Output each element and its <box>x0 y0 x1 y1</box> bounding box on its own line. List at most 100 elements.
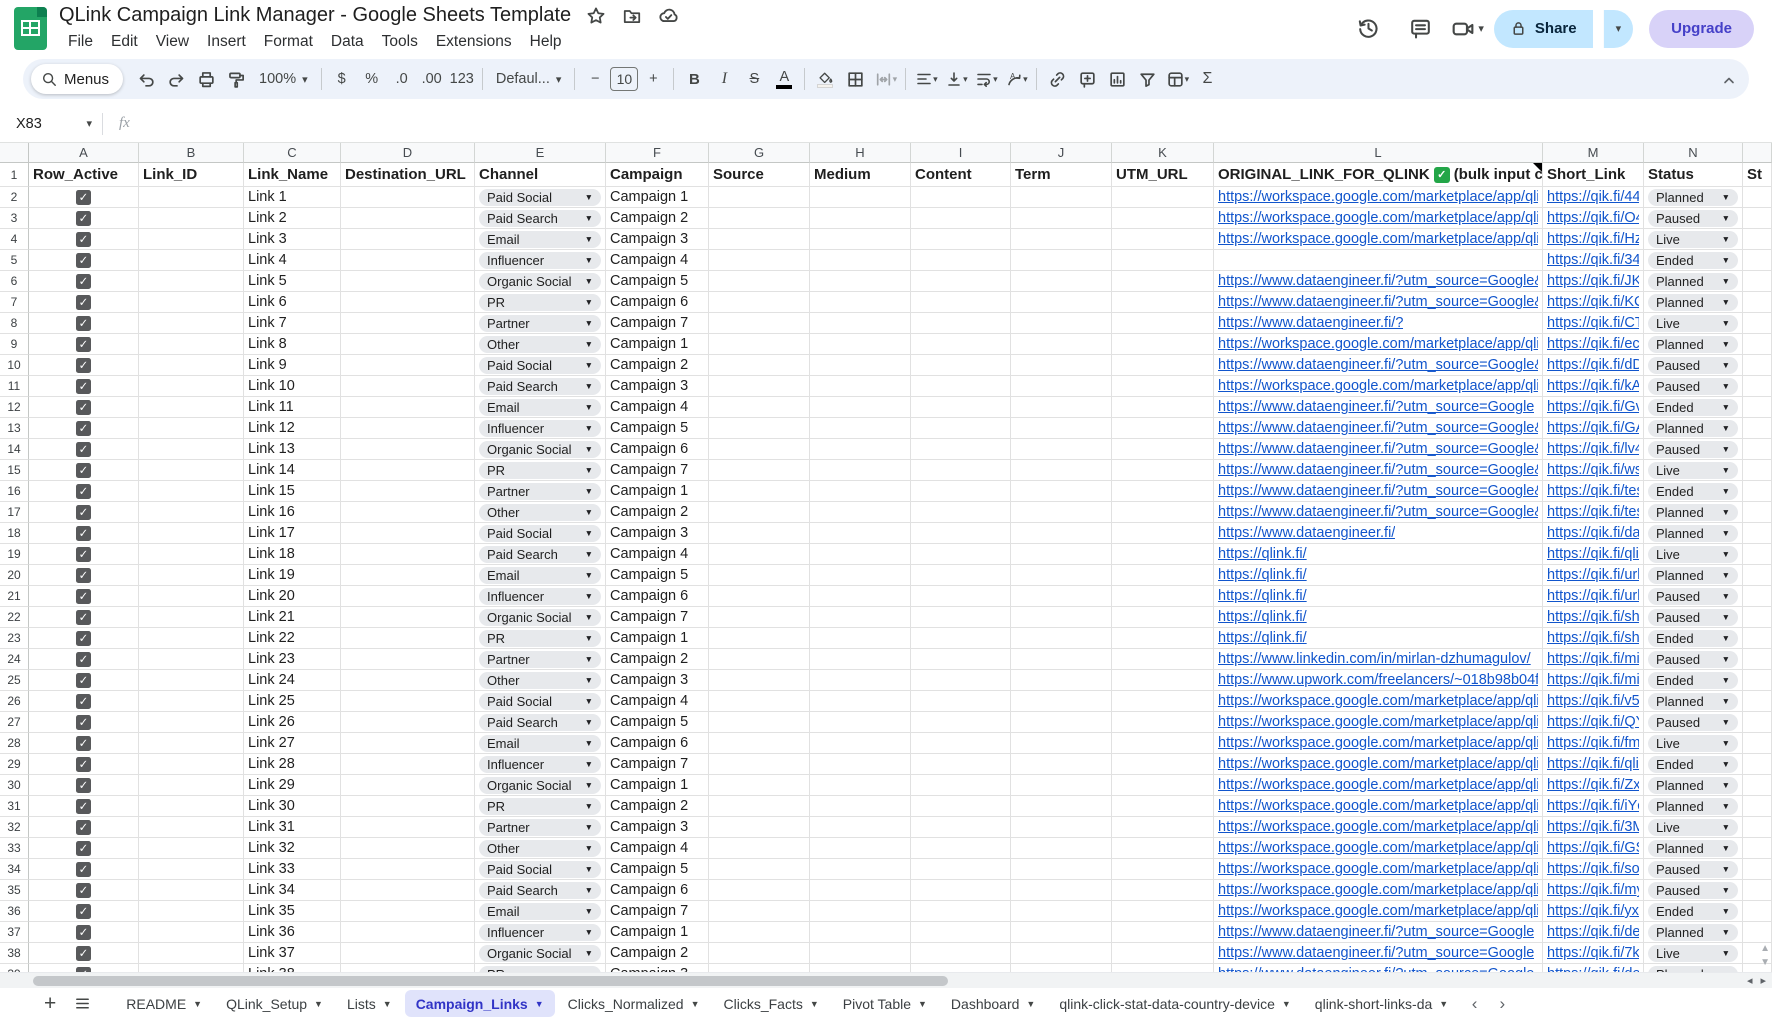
link-name-cell[interactable]: Link 19 <box>244 565 341 586</box>
short-link[interactable]: https://qik.fi/qlink <box>1547 756 1639 772</box>
empty-cell[interactable] <box>911 376 1011 397</box>
text-rotation-button[interactable]: A ▾ <box>1001 64 1031 94</box>
campaign-cell[interactable]: Campaign 1 <box>606 628 709 649</box>
status-dropdown[interactable]: Paused▼ <box>1648 714 1738 731</box>
undo-button[interactable] <box>131 64 161 94</box>
empty-cell[interactable] <box>139 628 244 649</box>
empty-cell[interactable] <box>810 796 911 817</box>
channel-dropdown[interactable]: Email▼ <box>479 399 601 416</box>
original-link[interactable]: https://workspace.google.com/marketplace… <box>1218 819 1538 835</box>
empty-cell[interactable] <box>1011 376 1112 397</box>
empty-cell[interactable] <box>1112 796 1214 817</box>
empty-cell[interactable] <box>1743 250 1772 271</box>
channel-dropdown[interactable]: PR▼ <box>479 462 601 479</box>
empty-cell[interactable] <box>139 586 244 607</box>
empty-cell[interactable] <box>1112 334 1214 355</box>
empty-cell[interactable] <box>810 880 911 901</box>
sheet-tab-clicks-normalized[interactable]: Clicks_Normalized▼ <box>557 990 711 1017</box>
vertical-align-button[interactable]: ▾ <box>941 64 971 94</box>
short-link[interactable]: https://qik.fi/Hz82 <box>1547 231 1639 247</box>
link-name-cell[interactable]: Link 15 <box>244 481 341 502</box>
campaign-cell[interactable]: Campaign 4 <box>606 544 709 565</box>
empty-cell[interactable] <box>341 523 475 544</box>
empty-cell[interactable] <box>1743 628 1772 649</box>
short-link[interactable]: https://qik.fi/wsU <box>1547 462 1639 478</box>
sheet-tab-lists[interactable]: Lists▼ <box>336 990 403 1017</box>
status-dropdown[interactable]: Planned▼ <box>1648 336 1738 353</box>
short-link[interactable]: https://qik.fi/GAG <box>1547 420 1639 436</box>
campaign-cell[interactable]: Campaign 2 <box>606 796 709 817</box>
empty-cell[interactable] <box>709 628 810 649</box>
channel-dropdown[interactable]: Other▼ <box>479 840 601 857</box>
row-number[interactable]: 7 <box>0 292 29 313</box>
empty-cell[interactable] <box>911 964 1011 972</box>
empty-cell[interactable] <box>341 733 475 754</box>
empty-cell[interactable] <box>139 838 244 859</box>
empty-cell[interactable] <box>810 187 911 208</box>
empty-cell[interactable] <box>1011 838 1112 859</box>
original-link[interactable]: https://workspace.google.com/marketplace… <box>1218 735 1538 751</box>
empty-cell[interactable] <box>709 544 810 565</box>
original-link[interactable]: https://workspace.google.com/marketplace… <box>1218 714 1538 730</box>
row-active-checkbox[interactable]: ✓ <box>76 820 91 835</box>
original-link[interactable]: https://workspace.google.com/marketplace… <box>1218 861 1538 877</box>
empty-cell[interactable] <box>911 607 1011 628</box>
link-name-cell[interactable]: Link 23 <box>244 649 341 670</box>
empty-cell[interactable] <box>1011 523 1112 544</box>
empty-cell[interactable] <box>810 607 911 628</box>
row-active-checkbox[interactable]: ✓ <box>76 673 91 688</box>
channel-dropdown[interactable]: Paid Social▼ <box>479 357 601 374</box>
empty-cell[interactable] <box>139 334 244 355</box>
short-link[interactable]: https://qik.fi/iYc7 <box>1547 798 1639 814</box>
empty-cell[interactable] <box>911 481 1011 502</box>
row-active-checkbox[interactable]: ✓ <box>76 862 91 877</box>
empty-cell[interactable] <box>1743 565 1772 586</box>
empty-cell[interactable] <box>139 250 244 271</box>
empty-cell[interactable] <box>1011 859 1112 880</box>
empty-cell[interactable] <box>1011 943 1112 964</box>
status-dropdown[interactable]: Live▼ <box>1648 315 1738 332</box>
row-number[interactable]: 27 <box>0 712 29 733</box>
short-link[interactable]: https://qik.fi/lv4di <box>1547 441 1639 457</box>
status-dropdown[interactable]: Live▼ <box>1648 735 1738 752</box>
short-link[interactable]: https://qik.fi/test <box>1547 483 1639 499</box>
row-number[interactable]: 16 <box>0 481 29 502</box>
empty-cell[interactable] <box>911 901 1011 922</box>
empty-cell[interactable] <box>1011 712 1112 733</box>
row-number[interactable]: 6 <box>0 271 29 292</box>
empty-cell[interactable] <box>341 565 475 586</box>
empty-cell[interactable] <box>139 187 244 208</box>
increase-decimal-button[interactable]: .00 <box>417 64 447 94</box>
empty-cell[interactable] <box>810 733 911 754</box>
empty-cell[interactable] <box>1011 628 1112 649</box>
empty-cell[interactable] <box>139 229 244 250</box>
empty-cell[interactable] <box>1112 418 1214 439</box>
empty-cell[interactable] <box>1743 691 1772 712</box>
campaign-cell[interactable]: Campaign 3 <box>606 817 709 838</box>
version-history-icon[interactable] <box>1347 9 1389 49</box>
text-color-button[interactable]: A <box>769 64 799 94</box>
row-number[interactable]: 33 <box>0 838 29 859</box>
functions-button[interactable]: Σ <box>1192 64 1222 94</box>
link-name-cell[interactable]: Link 21 <box>244 607 341 628</box>
empty-cell[interactable] <box>911 187 1011 208</box>
empty-cell[interactable] <box>810 922 911 943</box>
short-link[interactable]: https://qik.fi/CTC <box>1547 315 1639 331</box>
original-link[interactable]: https://workspace.google.com/marketplace… <box>1218 756 1538 772</box>
comment-history-icon[interactable] <box>1399 9 1441 49</box>
channel-dropdown[interactable]: Paid Social▼ <box>479 861 601 878</box>
empty-cell[interactable] <box>1112 586 1214 607</box>
status-dropdown[interactable]: Live▼ <box>1648 546 1738 563</box>
channel-dropdown[interactable]: Influencer▼ <box>479 924 601 941</box>
empty-cell[interactable] <box>139 796 244 817</box>
campaign-cell[interactable]: Campaign 7 <box>606 313 709 334</box>
row-number[interactable]: 10 <box>0 355 29 376</box>
empty-cell[interactable] <box>1112 670 1214 691</box>
row-number[interactable]: 1 <box>0 163 29 187</box>
status-dropdown[interactable]: Planned▼ <box>1648 504 1738 521</box>
empty-cell[interactable] <box>1743 397 1772 418</box>
empty-cell[interactable] <box>341 901 475 922</box>
empty-cell[interactable] <box>709 943 810 964</box>
empty-cell[interactable] <box>1112 544 1214 565</box>
link-name-cell[interactable]: Link 12 <box>244 418 341 439</box>
